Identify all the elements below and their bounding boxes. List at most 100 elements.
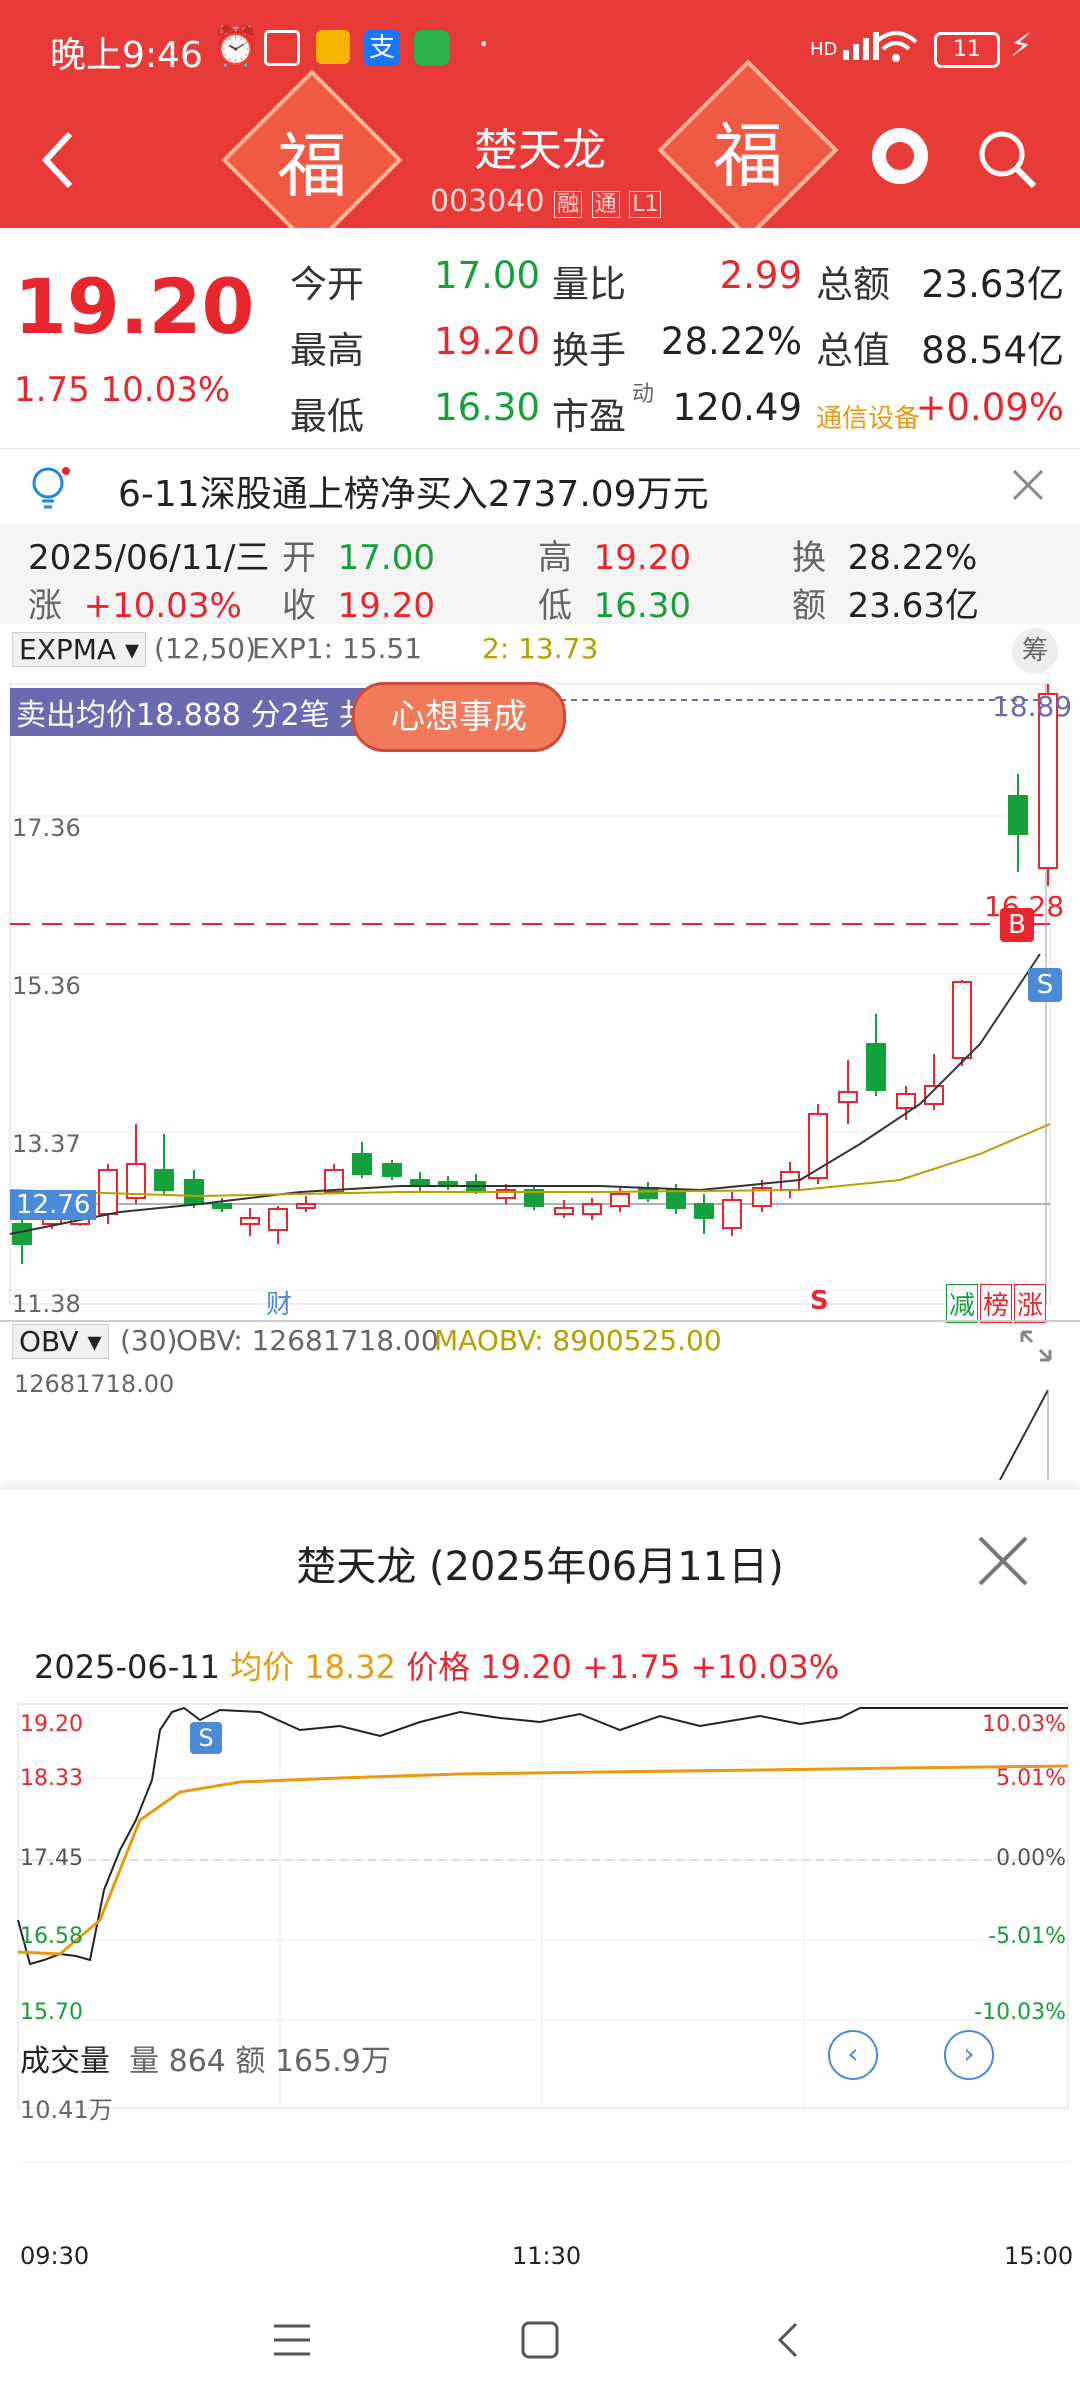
chart-frame <box>9 683 1051 1305</box>
indicator-selector[interactable]: EXPMA ▾ <box>12 632 147 667</box>
system-nav-bar <box>0 2290 1080 2400</box>
indicator-name: EXPMA <box>19 633 117 666</box>
menu-icon[interactable] <box>272 2320 312 2360</box>
candle-body <box>694 1203 714 1219</box>
info-cell: 收 19.20 <box>282 578 435 627</box>
obv-selector[interactable]: OBV ▾ <box>12 1324 109 1359</box>
info-value: 19.20 <box>337 586 435 626</box>
intraday-chart-svg[interactable] <box>0 1700 1080 2280</box>
intraday-sell-marker[interactable]: S <box>190 1722 222 1754</box>
time-label-end: 15:00 <box>1004 2242 1074 2270</box>
candle-body <box>554 1207 574 1215</box>
change-percent: 10.03% <box>100 370 231 410</box>
info-value: 19.20 <box>593 538 691 578</box>
obv-name: OBV <box>19 1325 79 1358</box>
nav-back-icon[interactable] <box>772 2320 802 2360</box>
chips-button[interactable]: 筹 <box>1012 628 1058 674</box>
quote-value: 17.00 <box>434 254 540 297</box>
intraday-price-label: 18.33 <box>20 1766 83 1791</box>
current-price: 19.20 <box>14 262 255 351</box>
quote-label: 总值 <box>816 329 890 372</box>
info-label: 额 <box>792 586 826 626</box>
info-value: 28.22% <box>847 538 978 578</box>
candle-body <box>184 1179 204 1205</box>
rise-marker[interactable]: 涨 <box>1014 1284 1047 1323</box>
volume-money: 额 165.9万 <box>235 2044 391 2079</box>
info-label: 收 <box>282 586 316 626</box>
home-icon[interactable] <box>520 2320 560 2360</box>
list-marker[interactable]: 榜 <box>980 1284 1013 1323</box>
candle-body <box>212 1203 232 1209</box>
info-cell: 开 17.00 <box>282 530 435 579</box>
intraday-price-label: 17.45 <box>20 1846 83 1871</box>
close-icon[interactable] <box>1010 467 1046 503</box>
s-marker[interactable]: S <box>810 1286 829 1316</box>
quote-label: 通信设备 <box>816 404 921 434</box>
obv-value: OBV: 12681718.00 <box>176 1324 439 1357</box>
info-label: 涨 <box>28 586 62 626</box>
prev-button[interactable]: ‹ <box>828 2030 878 2080</box>
price-label-13-37: 13.37 <box>12 1130 81 1158</box>
reduce-marker[interactable]: 减 <box>946 1284 979 1323</box>
candle-body <box>838 1091 858 1103</box>
battery-level: 11 <box>953 37 981 62</box>
quote-value: 16.30 <box>434 386 540 429</box>
candle-body <box>268 1208 288 1231</box>
quote-value: 120.49 <box>672 386 802 429</box>
price-label-15-36: 15.36 <box>12 972 81 1000</box>
obv-panel[interactable]: OBV ▾ (30) OBV: 12681718.00 MAOBV: 89005… <box>0 1320 1080 1480</box>
intraday-popup: 楚天龙 (2025年06月11日) 2025-06-11 均价 18.32 价格… <box>0 1490 1080 2290</box>
info-label: 开 <box>282 538 316 578</box>
info-label: 低 <box>538 586 572 626</box>
popup-close-icon[interactable] <box>976 1534 1030 1588</box>
quote-label: 量比 <box>552 263 626 306</box>
search-icon[interactable] <box>976 128 1038 190</box>
notice-bar[interactable]: 6-11深股通上榜净买入2737.09万元 <box>0 448 1080 525</box>
popup-price: 价格 19.20 <box>406 1648 572 1686</box>
candlestick-chart[interactable]: EXPMA ▾ (12,50) EXP1: 15.51 2: 13.73 筹 卖… <box>0 624 1080 1324</box>
info-value: 17.00 <box>337 538 435 578</box>
robot-assistant-icon[interactable] <box>872 128 928 184</box>
finance-marker[interactable]: 财 <box>266 1284 292 1321</box>
quote-label: 市盈 <box>552 395 626 438</box>
candle-body <box>866 1043 886 1091</box>
intraday-price-label: 19.20 <box>20 1712 83 1737</box>
info-date: 2025/06/11/三 <box>28 538 270 578</box>
quote-label: 总额 <box>816 263 890 306</box>
app-notify-icon <box>264 30 300 66</box>
alipay-icon: 支 <box>364 30 400 66</box>
candle-body <box>1008 795 1028 835</box>
battery-icon: 11 <box>934 32 1000 68</box>
candle-body <box>352 1153 372 1175</box>
quote-value: 23.63亿 <box>921 263 1064 306</box>
price-label-17-36: 17.36 <box>12 814 81 842</box>
current-price-tag: 12.76 <box>10 1190 97 1220</box>
stock-code-row: 003040 融 通 L1 <box>430 184 662 219</box>
volume-header: 成交量 量 864 额 165.9万 <box>20 2036 391 2080</box>
buy-marker[interactable]: B <box>1000 908 1034 942</box>
status-time: 晚上9:46 <box>50 35 203 76</box>
quote-panel: 19.20 1.75 10.03% 今开 17.00 量比 2.99 总额 23.63亿最… <box>0 228 1080 448</box>
info-cell: 换 28.22% <box>792 530 977 579</box>
sell-marker[interactable]: S <box>1028 968 1062 1002</box>
quote-value: +0.09% <box>915 386 1064 429</box>
time-label-mid: 11:30 <box>512 2242 582 2270</box>
info-cell: 额 23.63亿 <box>792 578 979 627</box>
volume-amount: 量 864 <box>129 2044 226 2079</box>
network-label: HD <box>810 39 838 60</box>
next-button[interactable]: › <box>944 2030 994 2080</box>
candle-body <box>154 1169 174 1191</box>
popup-pct: +10.03% <box>690 1648 840 1686</box>
exp1-value: EXP1: 15.51 <box>252 632 423 665</box>
quote-label: 最低 <box>290 395 364 438</box>
intraday-pct-label: 10.03% <box>982 1712 1066 1737</box>
tag-rong: 融 <box>554 191 583 218</box>
tag-tong: 通 <box>591 191 620 218</box>
candle-body <box>666 1189 686 1209</box>
candle-body <box>896 1093 916 1109</box>
candle-body <box>12 1223 32 1245</box>
stock-code: 003040 <box>430 184 545 219</box>
charging-icon: ⚡ <box>1010 26 1033 64</box>
price-change: 1.75 10.03% <box>14 370 230 410</box>
quote-value: 88.54亿 <box>921 329 1064 372</box>
